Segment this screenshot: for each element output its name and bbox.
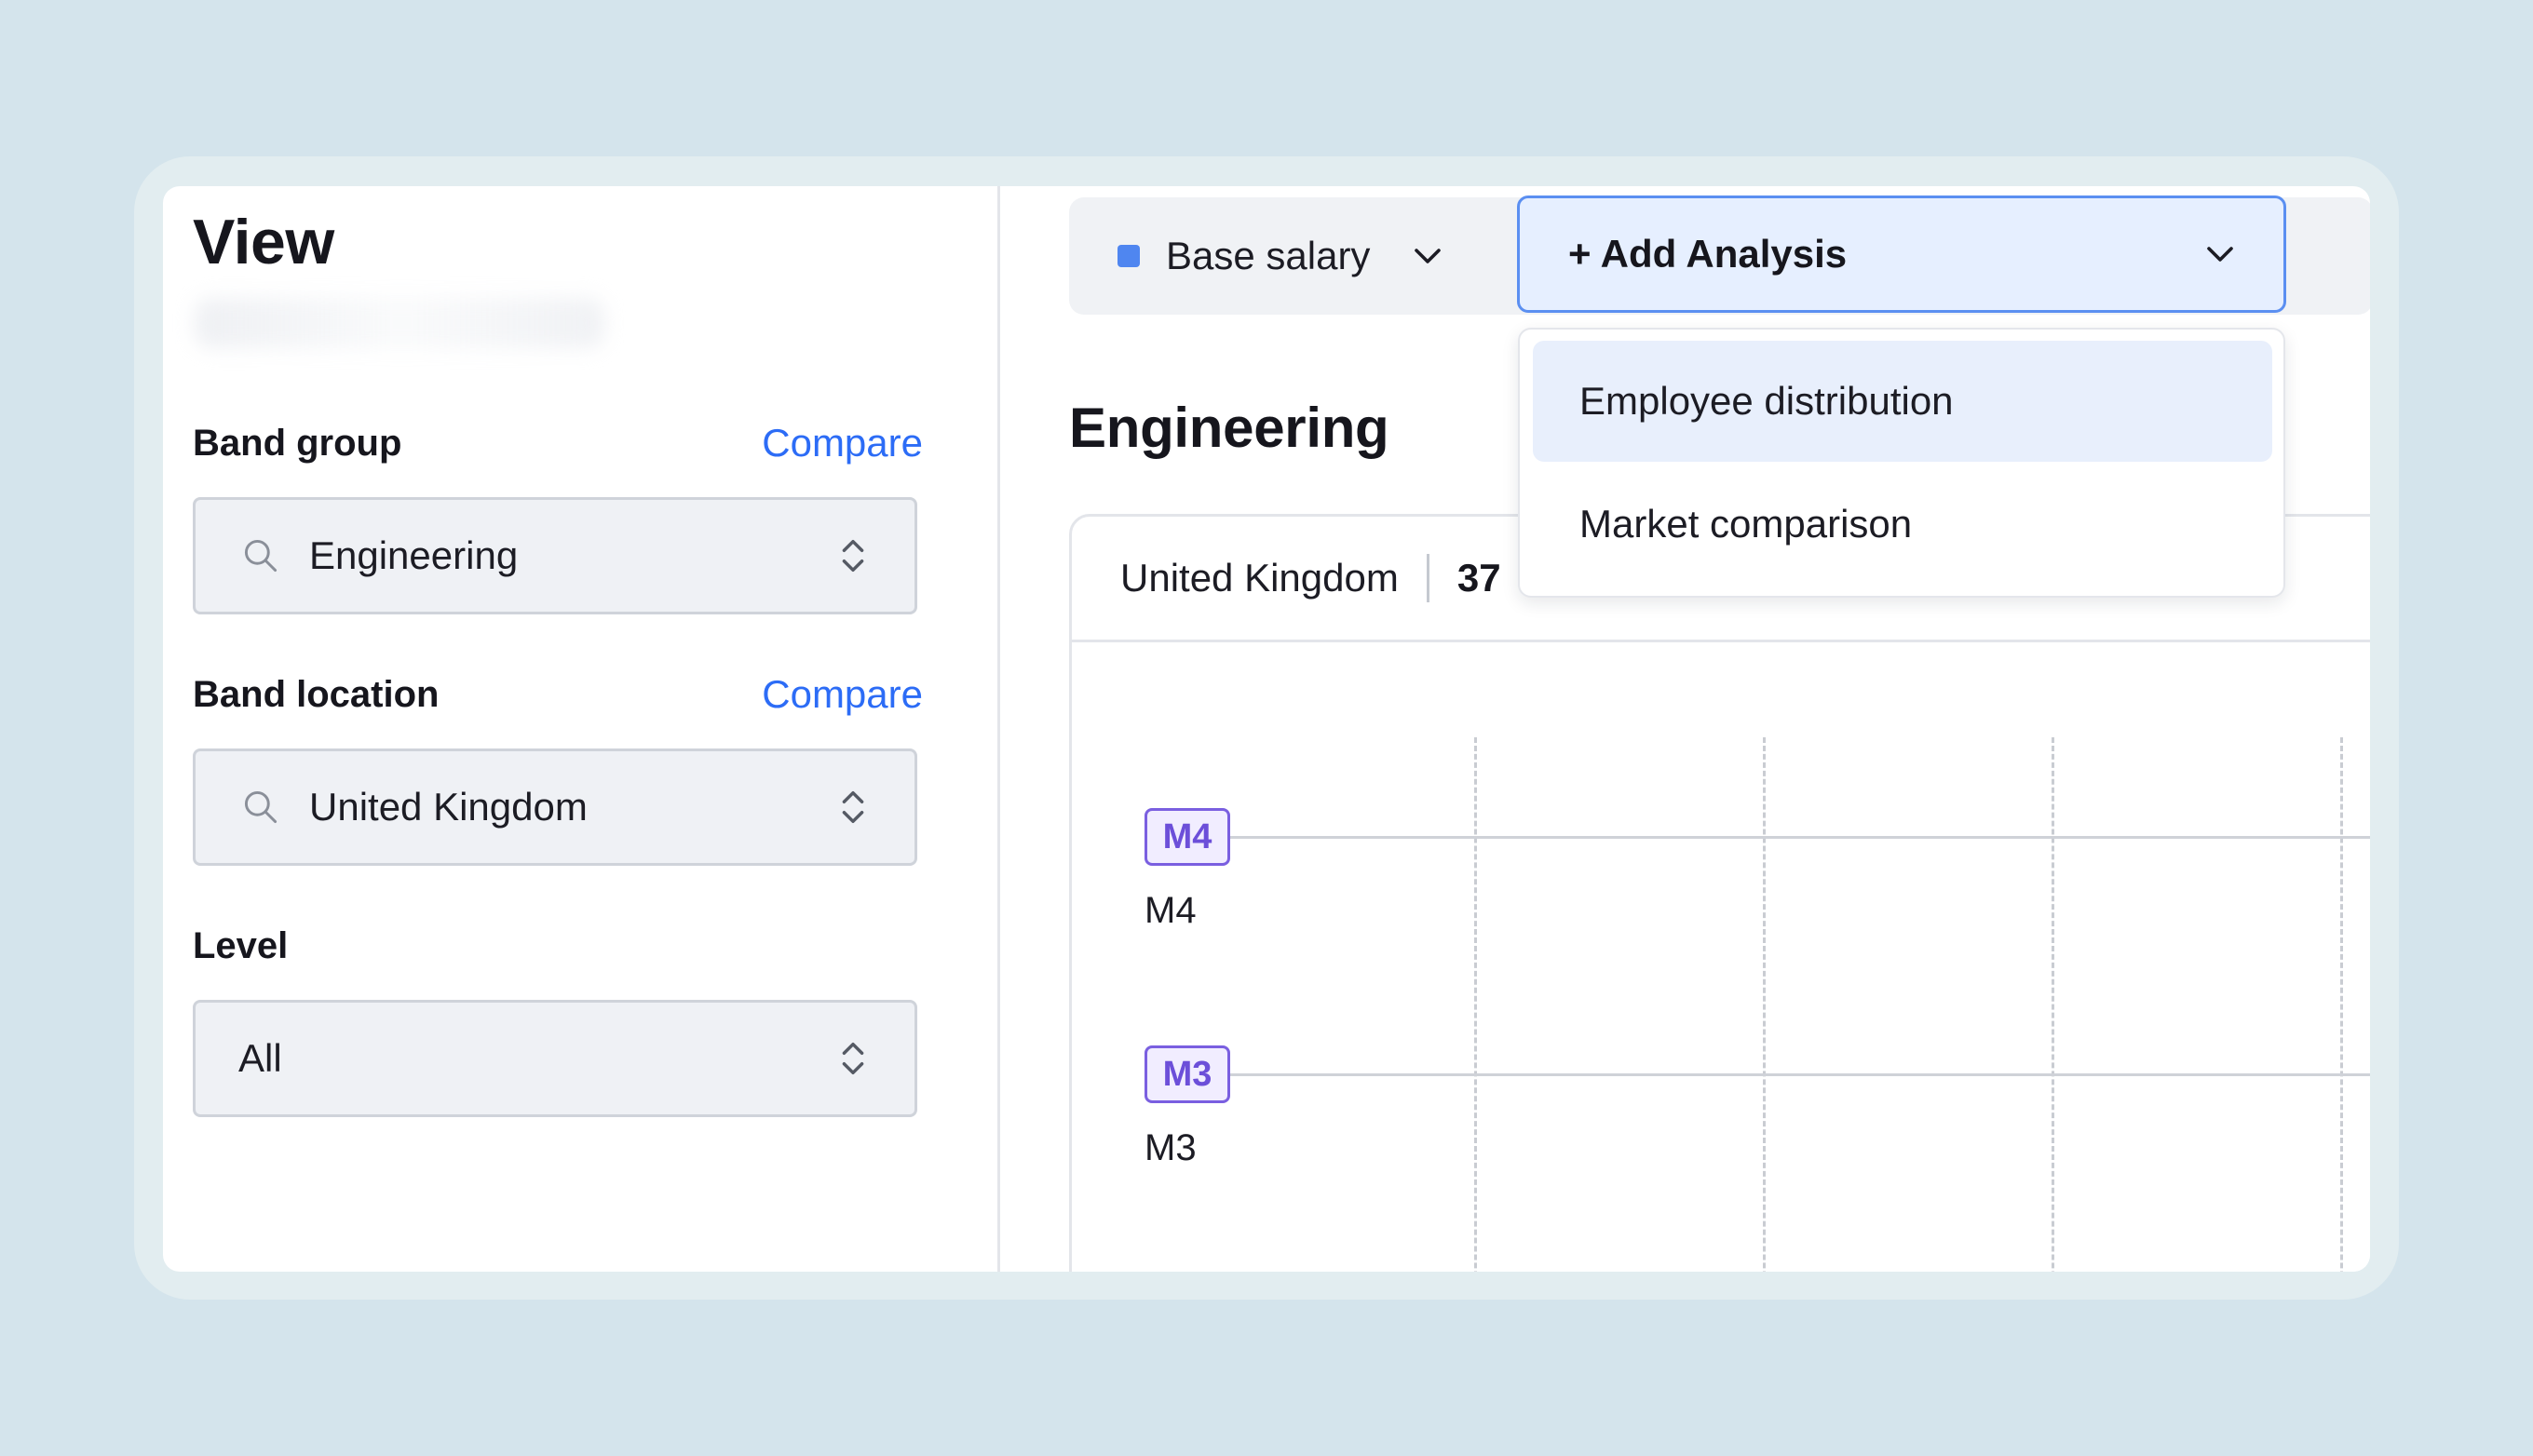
employee-count: 37: [1456, 556, 1501, 600]
band-location-label: Band location: [193, 674, 440, 715]
band-location-value: United Kingdom: [309, 785, 588, 829]
level-name: M4: [1145, 890, 1197, 931]
band-group-label: Band group: [193, 423, 402, 464]
metric-label: Base salary: [1166, 234, 1371, 277]
metric-select[interactable]: Base salary: [1118, 197, 1443, 315]
band-plot: M4 M4 M3 M3: [1072, 642, 2370, 1272]
level-value: All: [238, 1036, 282, 1080]
card-location: United Kingdom: [1120, 556, 1399, 600]
chevron-up-down-icon: [842, 1042, 864, 1075]
blurred-subtitle: [195, 298, 604, 348]
grid-line: [1763, 737, 1766, 1272]
chevron-down-icon: [2207, 247, 2233, 262]
chevron-up-down-icon: [842, 790, 864, 824]
add-analysis-button[interactable]: + Add Analysis: [1517, 195, 2286, 313]
band-group-compare-link[interactable]: Compare: [762, 421, 923, 465]
level-chip[interactable]: M4: [1145, 808, 1230, 866]
level-track: [1230, 836, 2370, 839]
menu-item-market-comparison[interactable]: Market comparison: [1533, 464, 2272, 585]
level-select[interactable]: All: [193, 1000, 917, 1117]
panel-title: View: [193, 207, 334, 277]
level-chip[interactable]: M3: [1145, 1045, 1230, 1103]
grid-line: [2340, 737, 2343, 1272]
filter-panel: View Band group Compare Engineering Band…: [163, 186, 1000, 1272]
level-name: M3: [1145, 1127, 1197, 1168]
band-location-select[interactable]: United Kingdom: [193, 748, 917, 866]
grid-line: [1474, 737, 1477, 1272]
level-label: Level: [193, 925, 289, 966]
band-card: United Kingdom 37 M4 M4 M3 M3: [1069, 514, 2370, 1272]
add-analysis-menu: Employee distribution Market comparison: [1518, 328, 2285, 598]
content-panel: Base salary + Add Analysis Engineering U…: [1000, 186, 2370, 1272]
level-track: [1230, 1073, 2370, 1076]
band-location-compare-link[interactable]: Compare: [762, 672, 923, 717]
chevron-up-down-icon: [842, 539, 864, 573]
band-group-select[interactable]: Engineering: [193, 497, 917, 614]
search-icon: [244, 790, 278, 824]
header-divider: [1426, 554, 1429, 602]
add-analysis-label: + Add Analysis: [1568, 232, 1848, 276]
app-window: View Band group Compare Engineering Band…: [163, 186, 2370, 1272]
menu-item-employee-distribution[interactable]: Employee distribution: [1533, 341, 2272, 462]
section-title: Engineering: [1069, 397, 1389, 459]
search-icon: [244, 539, 278, 573]
grid-line: [2052, 737, 2054, 1272]
band-group-value: Engineering: [309, 533, 519, 577]
metric-color-swatch: [1118, 245, 1140, 267]
chevron-down-icon: [1415, 249, 1442, 263]
